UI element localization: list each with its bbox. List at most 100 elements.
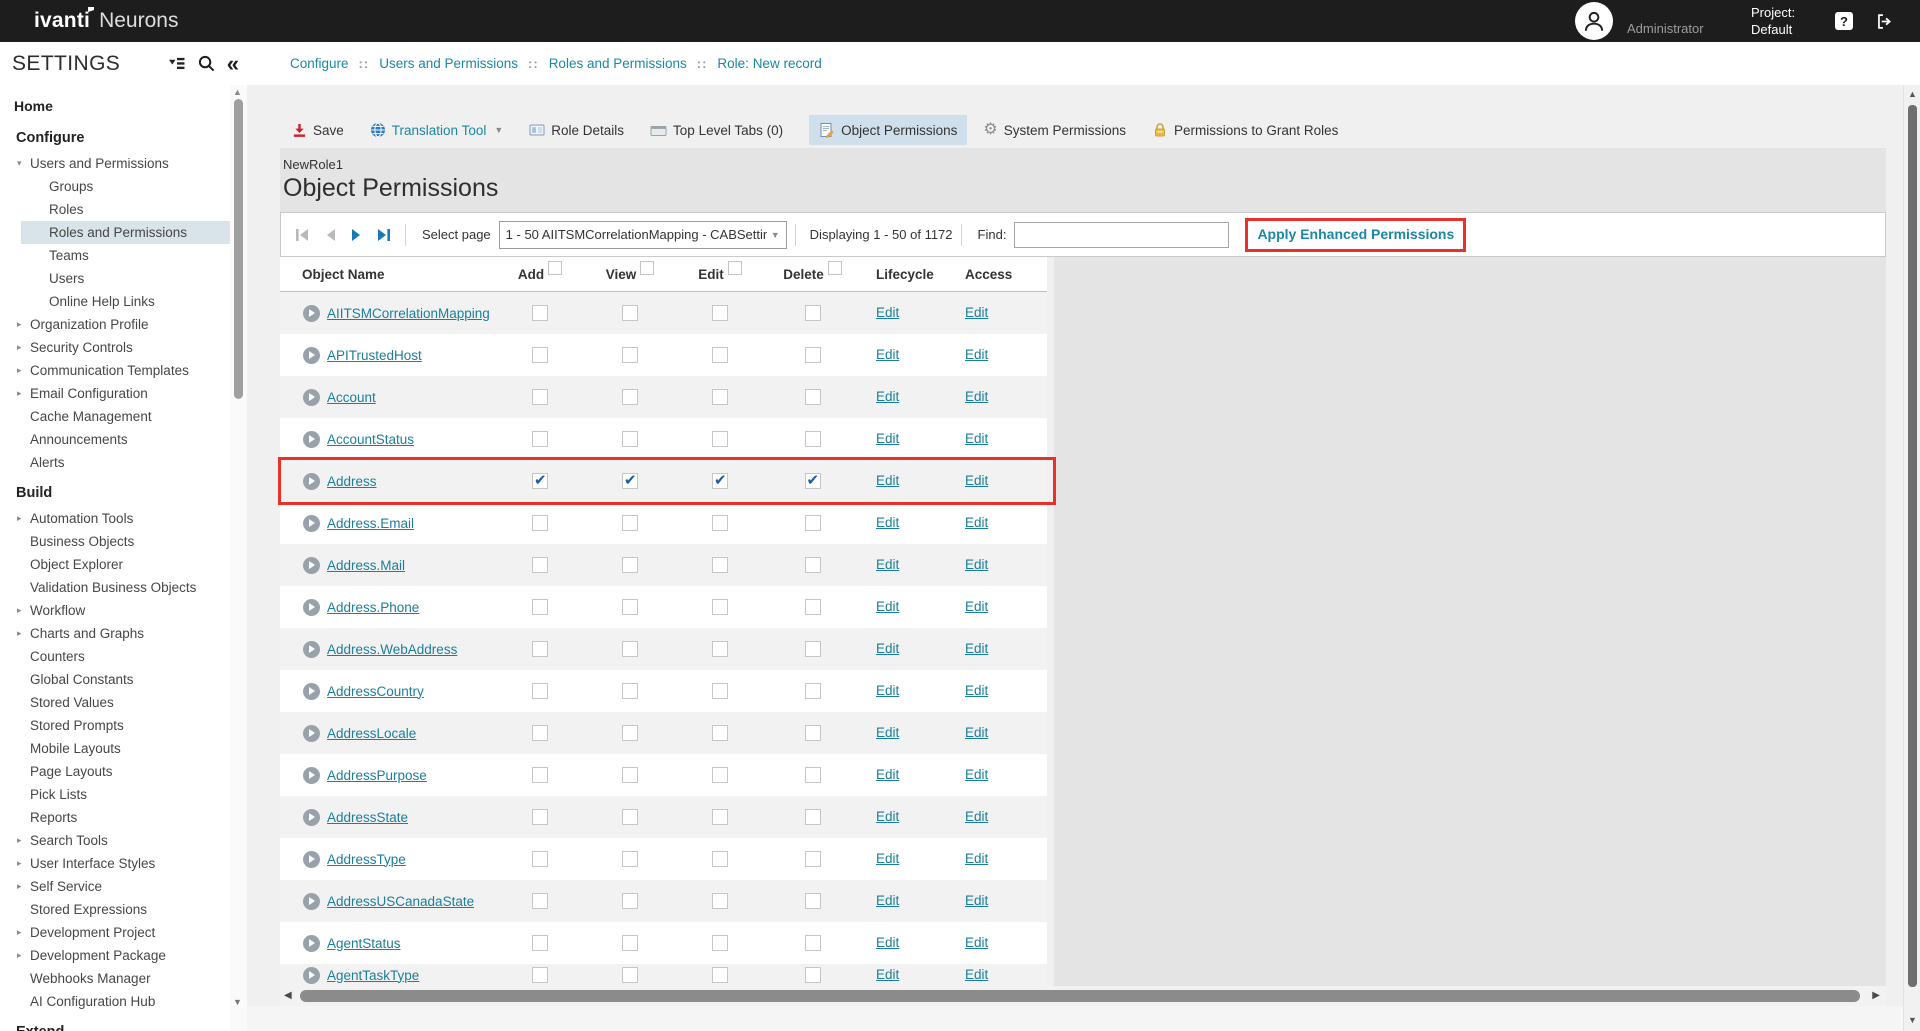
expand-row-icon[interactable] [303,851,320,868]
add-checkbox[interactable] [532,557,548,573]
expand-row-icon[interactable] [303,725,320,742]
sidebar-item-users[interactable]: Users [21,267,230,290]
add-checkbox[interactable] [532,515,548,531]
lifecycle-edit-link[interactable]: Edit [876,473,899,488]
expand-icon[interactable]: ▸ [17,858,30,869]
sidebar-item-counters[interactable]: Counters [0,645,230,668]
delete-checkbox[interactable] [805,347,821,363]
vertical-scrollbar-thumb[interactable] [1908,105,1917,987]
view-checkbox[interactable] [622,473,638,489]
scroll-up-icon[interactable]: ▲ [233,87,242,97]
select-all-add-checkbox[interactable] [548,261,562,275]
access-edit-link[interactable]: Edit [965,935,988,950]
sidebar-item-roles[interactable]: Roles [21,198,230,221]
expand-row-icon[interactable] [303,557,320,574]
object-name-link[interactable]: AIITSMCorrelationMapping [327,306,490,321]
first-page-button[interactable] [289,223,316,247]
expand-row-icon[interactable] [303,347,320,364]
access-edit-link[interactable]: Edit [965,893,988,908]
view-checkbox[interactable] [622,725,638,741]
add-checkbox[interactable] [532,641,548,657]
project-selector[interactable]: Project: Default [1751,4,1835,38]
horizontal-scrollbar[interactable]: ◀ ▶ [280,986,1886,1006]
add-checkbox[interactable] [532,809,548,825]
lifecycle-edit-link[interactable]: Edit [876,389,899,404]
user-avatar[interactable] [1575,2,1613,40]
object-name-link[interactable]: APITrustedHost [327,348,422,363]
expand-icon[interactable]: ▸ [17,628,30,639]
object-name-link[interactable]: AddressPurpose [327,768,427,783]
add-checkbox[interactable] [532,767,548,783]
access-edit-link[interactable]: Edit [965,599,988,614]
view-checkbox[interactable] [622,347,638,363]
delete-checkbox[interactable] [805,851,821,867]
sidebar-item-object-explorer[interactable]: Object Explorer [0,553,230,576]
lifecycle-edit-link[interactable]: Edit [876,767,899,782]
lifecycle-edit-link[interactable]: Edit [876,305,899,320]
edit-checkbox[interactable] [712,809,728,825]
sidebar-item-user-interface-styles[interactable]: ▸User Interface Styles [0,852,230,875]
breadcrumb-role-new-record[interactable]: Role: New record [717,56,821,71]
sidebar-item-pick-lists[interactable]: Pick Lists [0,783,230,806]
object-name-link[interactable]: Address.Phone [327,600,419,615]
sidebar-scrollbar[interactable]: ▲ ▼ [230,85,247,1031]
view-checkbox[interactable] [622,599,638,615]
expand-row-icon[interactable] [303,389,320,406]
expand-row-icon[interactable] [303,893,320,910]
expand-icon[interactable]: ▸ [17,950,30,961]
expand-row-icon[interactable] [303,935,320,952]
sidebar-item-alerts[interactable]: Alerts [0,451,230,474]
add-checkbox[interactable] [532,305,548,321]
access-edit-link[interactable]: Edit [965,809,988,824]
sidebar-item-workflow[interactable]: ▸Workflow [0,599,230,622]
edit-checkbox[interactable] [712,347,728,363]
sidebar-item-validation-business-objects[interactable]: Validation Business Objects [0,576,230,599]
expand-icon[interactable]: ▸ [17,365,30,376]
delete-checkbox[interactable] [805,389,821,405]
lifecycle-edit-link[interactable]: Edit [876,431,899,446]
top-level-tabs-tab[interactable]: Top Level Tabs (0) [650,123,783,138]
edit-checkbox[interactable] [712,389,728,405]
view-checkbox[interactable] [622,515,638,531]
sidebar-item-reports[interactable]: Reports [0,806,230,829]
access-edit-link[interactable]: Edit [965,305,988,320]
delete-checkbox[interactable] [805,557,821,573]
logout-icon[interactable] [1875,12,1894,31]
sidebar-item-teams[interactable]: Teams [21,244,230,267]
lifecycle-edit-link[interactable]: Edit [876,851,899,866]
expand-icon[interactable]: ▸ [17,881,30,892]
edit-checkbox[interactable] [712,431,728,447]
select-all-delete-checkbox[interactable] [828,261,842,275]
scroll-right-icon[interactable]: ▶ [1872,990,1880,1001]
add-checkbox[interactable] [532,893,548,909]
view-checkbox[interactable] [622,809,638,825]
expand-icon[interactable]: ▸ [17,927,30,938]
lifecycle-edit-link[interactable]: Edit [876,641,899,656]
access-edit-link[interactable]: Edit [965,641,988,656]
expand-row-icon[interactable] [303,473,320,490]
lifecycle-edit-link[interactable]: Edit [876,893,899,908]
object-name-link[interactable]: Address [327,474,377,489]
sidebar-item-organization-profile[interactable]: ▸Organization Profile [0,313,230,336]
view-checkbox[interactable] [622,389,638,405]
access-edit-link[interactable]: Edit [965,767,988,782]
expand-icon[interactable]: ▸ [17,388,30,399]
scroll-left-icon[interactable]: ◀ [284,990,292,1001]
lifecycle-edit-link[interactable]: Edit [876,683,899,698]
sidebar-item-stored-values[interactable]: Stored Values [0,691,230,714]
delete-checkbox[interactable] [805,767,821,783]
last-page-button[interactable] [370,223,397,247]
object-name-link[interactable]: AddressType [327,852,406,867]
access-edit-link[interactable]: Edit [965,725,988,740]
delete-checkbox[interactable] [805,305,821,321]
expand-icon[interactable]: ▸ [17,319,30,330]
sidebar-item-mobile-layouts[interactable]: Mobile Layouts [0,737,230,760]
sidebar-item-development-package[interactable]: ▸Development Package [0,944,230,967]
select-page-dropdown[interactable]: 1 - 50 AIITSMCorrelationMapping - CABSet… [499,221,787,249]
access-edit-link[interactable]: Edit [965,967,988,982]
delete-checkbox[interactable] [805,641,821,657]
view-checkbox[interactable] [622,967,638,983]
object-name-link[interactable]: AddressUSCanadaState [327,894,474,909]
edit-checkbox[interactable] [712,683,728,699]
view-checkbox[interactable] [622,893,638,909]
